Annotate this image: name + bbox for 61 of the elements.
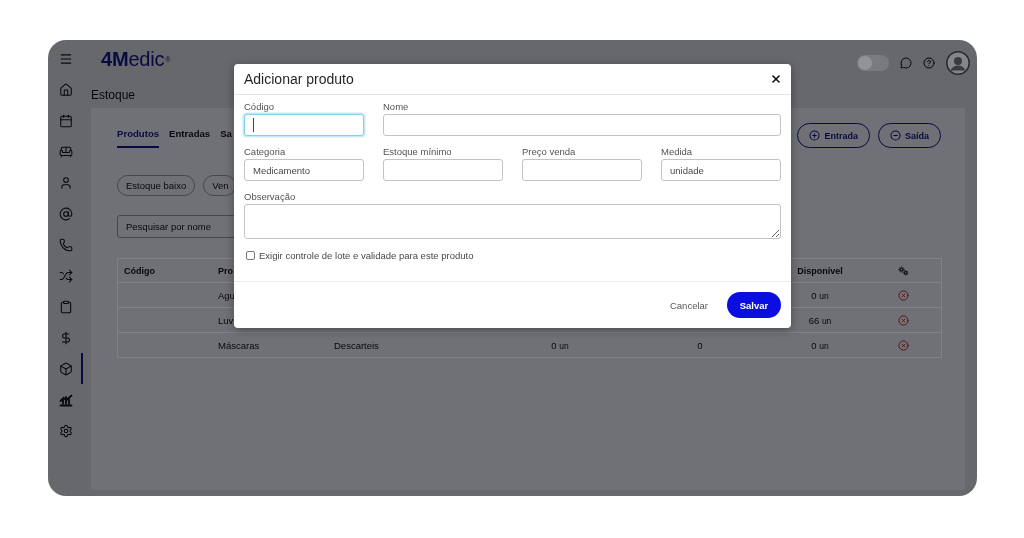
column-header: Código <box>124 265 155 276</box>
table-cell: 0 un <box>551 339 569 351</box>
column-header: Disponível <box>797 265 843 276</box>
table-cell: 66 un <box>808 314 832 326</box>
x-circle-icon[interactable] <box>897 289 909 301</box>
home-icon <box>58 82 73 97</box>
field-label: Observação <box>244 191 296 203</box>
save-button[interactable]: Salvar <box>727 292 781 318</box>
user-icon <box>58 175 73 190</box>
box-icon <box>58 361 73 376</box>
close-button[interactable] <box>770 73 782 85</box>
help-icon[interactable] <box>923 57 935 69</box>
checkbox[interactable] <box>246 251 255 260</box>
chart-icon <box>58 392 73 407</box>
gears-icon[interactable] <box>897 265 909 276</box>
clipboard-icon <box>58 299 73 314</box>
minus-circle-icon <box>890 130 901 141</box>
table-cell: Agu <box>218 289 235 301</box>
table-cell: 0 un <box>811 289 829 301</box>
input-field[interactable] <box>383 159 503 181</box>
x-circle-icon[interactable] <box>897 314 909 326</box>
column-header: Pro <box>218 265 233 276</box>
x-circle-icon[interactable] <box>897 339 909 351</box>
at-sign-icon <box>58 206 73 221</box>
plus-circle-icon <box>809 130 821 141</box>
close-icon <box>770 73 782 85</box>
input-field[interactable]: Medicamento <box>244 159 364 181</box>
toggle-switch[interactable] <box>857 55 889 71</box>
input-field[interactable] <box>522 159 642 181</box>
tab[interactable]: Produtos <box>117 123 160 148</box>
table-cell: Máscaras <box>218 339 260 351</box>
field-label: Preço venda <box>522 146 576 158</box>
tab[interactable]: Sa <box>220 123 232 148</box>
cancel-button[interactable]: Cancelar <box>669 295 708 315</box>
table-cell: 0 un <box>811 339 829 351</box>
input-field[interactable] <box>383 114 781 136</box>
field-label: Medida <box>661 146 693 158</box>
tab[interactable]: Entradas <box>169 123 211 148</box>
avatar-icon[interactable] <box>946 51 970 75</box>
input-field[interactable]: unidade <box>661 159 781 181</box>
phone-icon <box>58 237 73 252</box>
checkbox-label: Exigir controle de lote e validade para este produto <box>259 250 474 261</box>
field-label: Código <box>244 101 275 113</box>
table-cell: Descarteis <box>334 339 379 351</box>
table-cell: 0 <box>697 339 703 351</box>
field-label: Categoria <box>244 146 286 158</box>
shuffle-icon <box>58 268 73 283</box>
field-label: Nome <box>383 101 409 113</box>
field-label: Estoque mínimo <box>383 146 452 158</box>
text-cursor-icon <box>253 118 254 132</box>
sofa-icon <box>58 144 73 159</box>
calendar-icon <box>58 113 73 128</box>
dialog-title: Adicionar produto <box>244 70 354 88</box>
menu-icon[interactable] <box>58 51 73 66</box>
page-title: Estoque <box>91 87 136 103</box>
chat-icon[interactable] <box>900 57 912 69</box>
settings-icon <box>58 423 73 438</box>
textarea-field[interactable] <box>244 204 781 239</box>
logo: 4Medic$^{®}$ <box>101 47 171 71</box>
input-field[interactable] <box>244 114 364 136</box>
table-cell: Luv <box>218 314 234 326</box>
